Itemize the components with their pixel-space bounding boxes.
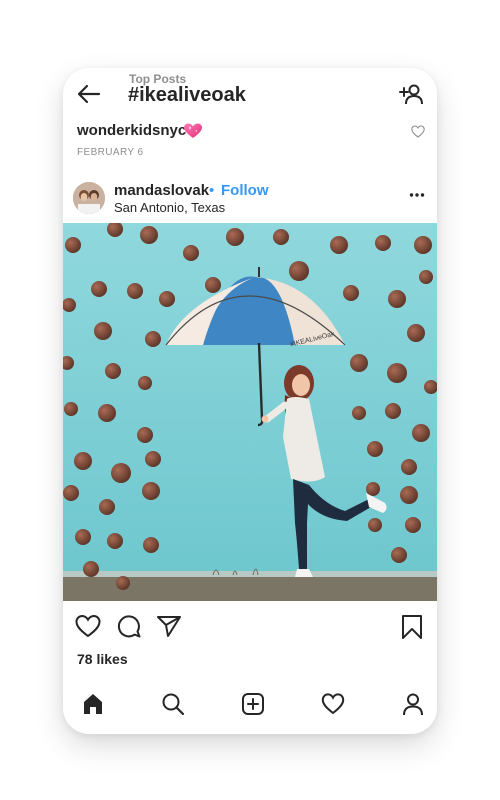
- comment-icon[interactable]: [117, 614, 141, 638]
- send-icon[interactable]: [156, 614, 182, 638]
- top-bar: Top Posts #ikealiveoak: [63, 68, 437, 118]
- search-icon[interactable]: [161, 692, 185, 716]
- post-location[interactable]: San Antonio, Texas: [114, 200, 225, 215]
- like-count[interactable]: 78 likes: [77, 651, 128, 667]
- heart-icon[interactable]: [75, 614, 101, 638]
- previous-post-heart-icon[interactable]: [411, 125, 425, 138]
- post-photo[interactable]: #IKEALiveOak: [63, 223, 437, 601]
- avatar-photo: [73, 182, 105, 214]
- bookmark-icon[interactable]: [401, 614, 423, 640]
- activity-heart-icon[interactable]: [321, 692, 345, 716]
- previous-post-date: FEBRUARY 6: [77, 147, 144, 158]
- sparkling-heart-icon: [184, 123, 202, 138]
- previous-post-username[interactable]: wonderkidsnyc: [77, 122, 186, 139]
- avatar[interactable]: [73, 182, 105, 214]
- new-post-icon[interactable]: [241, 692, 265, 716]
- home-icon[interactable]: [81, 692, 105, 716]
- page-title: #ikealiveoak: [128, 84, 246, 106]
- phone-screen: Top Posts #ikealiveoak wonderkidsnyc FEB…: [63, 68, 437, 734]
- arrow-left-icon[interactable]: [77, 84, 101, 104]
- post-username[interactable]: mandaslovak: [114, 182, 209, 199]
- profile-icon[interactable]: [401, 692, 425, 716]
- follow-button[interactable]: Follow: [221, 182, 269, 199]
- more-horizontal-icon[interactable]: [409, 192, 425, 198]
- add-user-icon[interactable]: [399, 83, 423, 105]
- separator-dot: •: [209, 182, 215, 199]
